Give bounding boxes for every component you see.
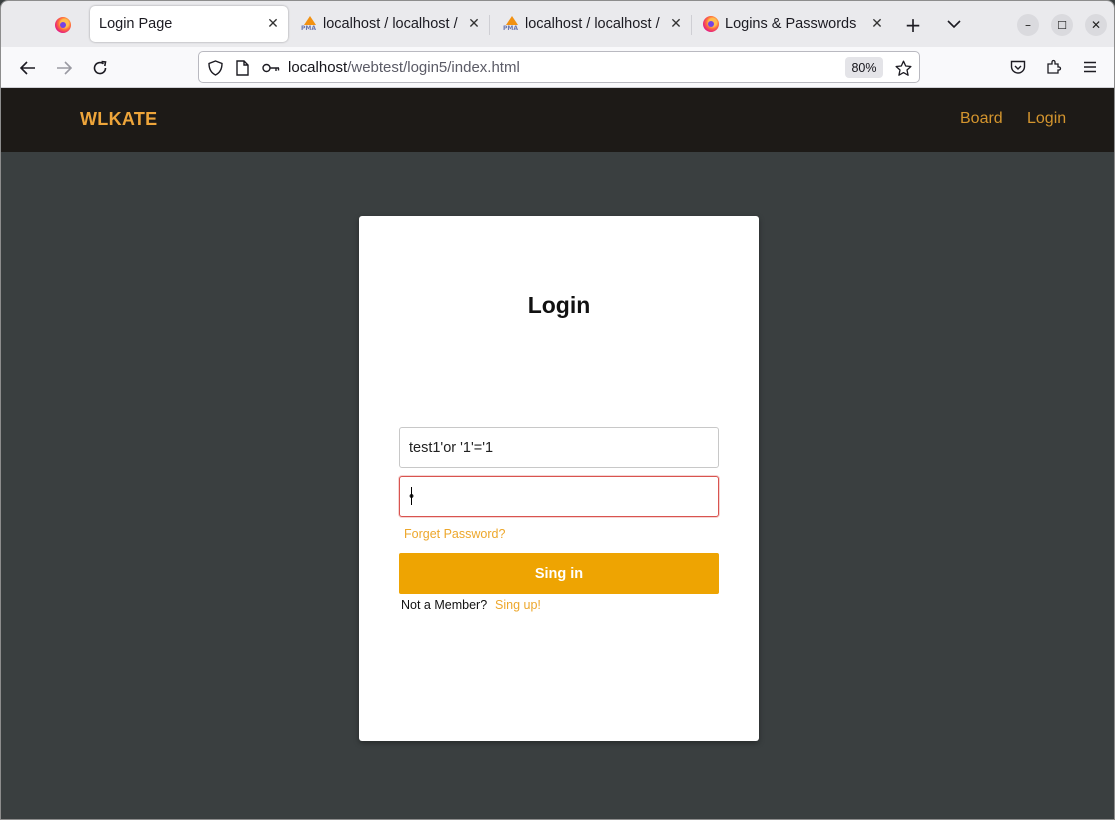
- list-all-tabs-button[interactable]: [942, 12, 966, 36]
- tracking-protection-button[interactable]: [206, 59, 224, 77]
- chevron-down-icon: [947, 19, 961, 28]
- firefox-icon: [55, 17, 71, 33]
- site-header: WLKATE Board Login: [1, 88, 1114, 152]
- tab-bar: Login Page ✕ PMA localhost / localhost /…: [1, 1, 1114, 47]
- key-icon: [262, 63, 280, 73]
- username-input[interactable]: [399, 427, 719, 468]
- url-bar[interactable]: localhost/webtest/login5/index.html 80%: [198, 51, 920, 83]
- tab-localhost-2[interactable]: PMA localhost / localhost / ✕: [501, 6, 689, 42]
- sign-in-button[interactable]: Sing in: [399, 553, 719, 594]
- maximize-button[interactable]: ☐: [1051, 14, 1073, 36]
- page-info-button[interactable]: [233, 59, 251, 77]
- tab-close-icon[interactable]: ✕: [667, 16, 685, 32]
- login-card: Login Forget Password? Sing in Not a Mem…: [359, 216, 759, 741]
- plus-icon: +: [904, 13, 922, 37]
- nav-link-login[interactable]: Login: [1027, 110, 1066, 128]
- reload-button[interactable]: [88, 56, 112, 80]
- zoom-level-button[interactable]: 80%: [845, 57, 883, 78]
- password-input[interactable]: [399, 476, 719, 517]
- tab-separator: [691, 15, 692, 35]
- nav-link-board[interactable]: Board: [960, 110, 1003, 128]
- tab-label: Logins & Passwords: [725, 16, 857, 32]
- minimize-button[interactable]: –: [1017, 14, 1039, 36]
- pocket-button[interactable]: [1007, 56, 1029, 78]
- password-manager-button[interactable]: [261, 59, 281, 77]
- maximize-icon: ☐: [1057, 18, 1067, 32]
- web-page: WLKATE Board Login Login Forget Password…: [1, 88, 1114, 819]
- tab-close-icon[interactable]: ✕: [465, 16, 483, 32]
- url-text[interactable]: localhost/webtest/login5/index.html: [288, 59, 520, 76]
- tab-close-icon[interactable]: ✕: [868, 16, 886, 32]
- hamburger-icon: [1084, 61, 1096, 73]
- tab-label: Login Page: [99, 16, 173, 32]
- extensions-button[interactable]: [1043, 56, 1065, 78]
- tab-separator: [489, 15, 490, 35]
- pocket-icon: [1010, 60, 1026, 74]
- text-caret: [411, 487, 412, 505]
- browser-window: Login Page ✕ PMA localhost / localhost /…: [0, 0, 1115, 820]
- firefox-icon: [703, 16, 719, 32]
- firefox-view-button[interactable]: [51, 16, 75, 34]
- phpmyadmin-icon: PMA: [301, 16, 317, 32]
- tab-localhost-1[interactable]: PMA localhost / localhost / ✕: [299, 6, 487, 42]
- menu-button[interactable]: [1079, 56, 1101, 78]
- minimize-icon: –: [1025, 18, 1031, 32]
- phpmyadmin-icon: PMA: [503, 16, 519, 32]
- tab-logins-passwords[interactable]: Logins & Passwords ✕: [702, 6, 890, 42]
- tab-close-icon[interactable]: ✕: [264, 16, 282, 32]
- not-member-text: Not a Member?: [401, 598, 488, 612]
- shield-icon: [207, 60, 223, 76]
- arrow-right-icon: [57, 61, 72, 75]
- login-title: Login: [527, 292, 591, 318]
- url-path: /webtest/login5/index.html: [347, 59, 520, 76]
- star-icon: [894, 60, 912, 76]
- page-icon: [235, 60, 249, 76]
- tab-login-page[interactable]: Login Page ✕: [90, 6, 288, 42]
- sign-up-link[interactable]: Sing up!: [495, 598, 541, 612]
- navigation-toolbar: localhost/webtest/login5/index.html 80%: [1, 47, 1114, 88]
- arrow-left-icon: [20, 61, 35, 75]
- back-button[interactable]: [16, 56, 40, 80]
- url-host: localhost: [288, 59, 348, 76]
- bookmark-button[interactable]: [893, 58, 913, 78]
- puzzle-icon: [1047, 59, 1062, 74]
- new-tab-button[interactable]: +: [901, 13, 925, 37]
- tab-label: localhost / localhost /: [525, 16, 660, 32]
- close-icon: ✕: [1090, 18, 1102, 32]
- tab-label: localhost / localhost /: [323, 16, 458, 32]
- brand-logo[interactable]: WLKATE: [80, 109, 157, 130]
- reload-icon: [93, 60, 107, 75]
- forward-button[interactable]: [52, 56, 76, 80]
- close-window-button[interactable]: ✕: [1085, 14, 1107, 36]
- forget-password-link[interactable]: Forget Password?: [404, 527, 505, 541]
